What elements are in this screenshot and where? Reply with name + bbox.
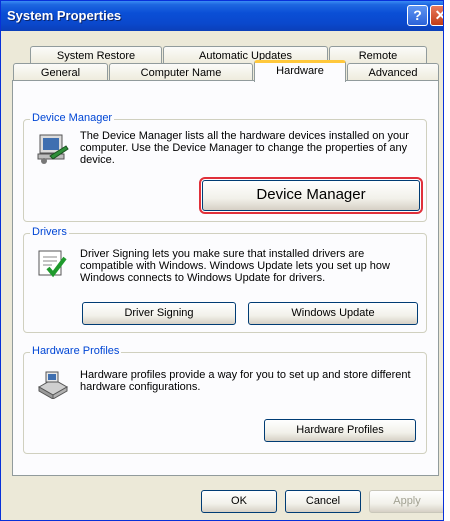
device-manager-description: The Device Manager lists all the hardwar… [80, 130, 409, 166]
driver-signing-button[interactable]: Driver Signing [82, 302, 236, 325]
apply-button[interactable]: Apply [369, 490, 443, 513]
window-title: System Properties [7, 8, 122, 23]
device-manager-button[interactable]: Device Manager [199, 177, 423, 214]
close-button[interactable]: ✕ [430, 5, 443, 26]
cancel-button[interactable]: Cancel [285, 490, 361, 513]
close-icon: ✕ [435, 7, 443, 23]
drivers-description: Driver Signing lets you make sure that i… [80, 248, 390, 284]
driver-signing-icon [38, 250, 67, 278]
windows-update-button[interactable]: Windows Update [248, 302, 418, 325]
hardware-profiles-button[interactable]: Hardware Profiles [264, 419, 416, 442]
device-manager-legend: Device Manager [30, 112, 115, 124]
help-button[interactable]: ? [407, 5, 428, 26]
device-manager-icon [37, 134, 69, 164]
tab-hardware[interactable]: Hardware [254, 60, 346, 82]
title-bar[interactable]: System Properties ? ✕ [1, 1, 443, 31]
device-manager-group: Device Manager The Device Manager lists … [23, 112, 427, 222]
ok-button[interactable]: OK [201, 490, 277, 513]
help-icon: ? [413, 7, 422, 23]
drivers-group: Drivers Driver Signing lets you make sur… [23, 226, 427, 333]
hardware-profiles-legend: Hardware Profiles [30, 345, 122, 357]
hardware-profiles-group: Hardware Profiles Hardware profiles prov… [23, 345, 427, 454]
drivers-legend: Drivers [30, 226, 69, 238]
system-properties-window: System Properties ? ✕ System Restore Aut… [0, 0, 444, 521]
hardware-profiles-icon [37, 371, 69, 399]
hardware-profiles-description: Hardware profiles provide a way for you … [80, 369, 411, 393]
